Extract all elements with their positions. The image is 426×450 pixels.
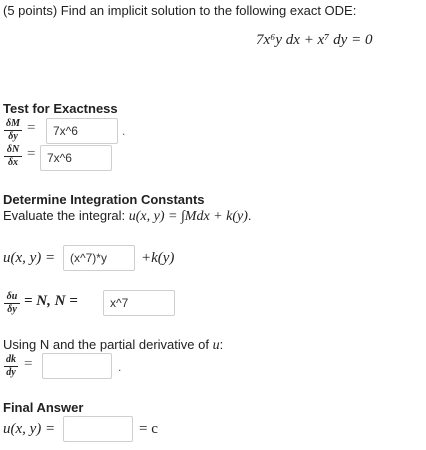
equals-sign: = — [27, 120, 36, 136]
partial-instruction: Using N and the partial derivative of u: — [3, 337, 223, 354]
equals-sign: = — [24, 356, 33, 372]
dN-dx-fraction: δN δx — [4, 145, 22, 168]
equals-c-text: = c — [139, 421, 158, 437]
u-expression-input[interactable]: (x^7)*y — [63, 245, 135, 271]
dN-dx-input[interactable]: 7x^6 — [40, 145, 112, 171]
dk-numerator: dk — [6, 354, 16, 365]
dy-denominator: dy — [6, 367, 16, 378]
period: . — [122, 124, 126, 138]
integration-heading: Determine Integration Constants — [3, 192, 205, 207]
du-dy-fraction: δu δy — [4, 292, 20, 315]
dM-dy-input[interactable]: 7x^6 — [46, 118, 118, 144]
integration-instruction: Evaluate the integral: u(x, y) = ∫Mdx + … — [3, 208, 251, 225]
colon: : — [219, 337, 224, 352]
final-heading: Final Answer — [3, 400, 84, 415]
k-term: +k(y) — [141, 250, 175, 266]
du-numerator: δu — [6, 291, 18, 302]
dk-dy-fraction: dk dy — [4, 355, 18, 378]
du-equals-N: = N, N = — [24, 293, 78, 309]
final-answer-input[interactable] — [63, 416, 133, 442]
u-label: u(x, y) = — [3, 421, 56, 437]
instruction-prefix: Using N and the partial derivative of — [3, 337, 213, 352]
N-input[interactable]: x^7 — [103, 290, 175, 316]
dk-dy-input[interactable] — [42, 353, 112, 379]
exactness-heading: Test for Exactness — [3, 101, 118, 116]
problem-prompt: (5 points) Find an implicit solution to … — [3, 3, 357, 18]
equals-sign: = — [27, 146, 36, 162]
dx-denominator: δx — [7, 157, 19, 168]
dy-denominator: δy — [7, 304, 17, 315]
u-label: u(x, y) = — [3, 250, 56, 266]
equals-c: = c — [139, 421, 158, 438]
ode-equation: 7x⁶y dx + x⁷ dy = 0 — [256, 32, 373, 48]
instruction-prefix: Evaluate the integral: — [3, 208, 129, 223]
u-variable: u — [212, 338, 220, 353]
dM-numerator: δM — [5, 118, 20, 129]
dM-dy-fraction: δM δy — [4, 119, 22, 142]
integral-expression: u(x, y) = ∫Mdx + k(y) — [128, 209, 248, 224]
period: . — [247, 208, 252, 223]
dN-numerator: δN — [6, 144, 20, 155]
dy-denominator: δy — [8, 131, 18, 142]
period: . — [118, 360, 122, 374]
